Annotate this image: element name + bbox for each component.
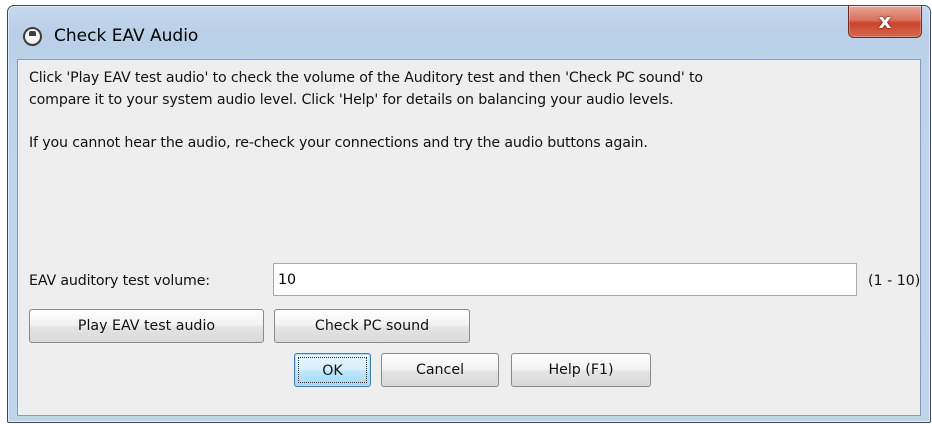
play-test-audio-button[interactable]: Play EAV test audio bbox=[29, 309, 264, 343]
help-button[interactable]: Help (F1) bbox=[511, 353, 651, 387]
check-pc-sound-button[interactable]: Check PC sound bbox=[274, 309, 470, 343]
close-button[interactable]: x bbox=[848, 6, 922, 38]
instruction-line-3: If you cannot hear the audio, re-check y… bbox=[29, 135, 648, 151]
volume-range-hint: (1 - 10) bbox=[868, 273, 921, 289]
title-bar[interactable]: Check EAV Audio x bbox=[8, 6, 930, 58]
cancel-button[interactable]: Cancel bbox=[381, 353, 499, 387]
ok-button-label: OK bbox=[298, 357, 367, 383]
ok-button[interactable]: OK bbox=[294, 353, 371, 387]
volume-input[interactable] bbox=[273, 263, 857, 296]
window-title: Check EAV Audio bbox=[54, 26, 199, 46]
instruction-line-1: Click 'Play EAV test audio' to check the… bbox=[29, 70, 703, 86]
app-window-icon bbox=[23, 27, 42, 46]
instruction-line-2: compare it to your system audio level. C… bbox=[29, 92, 674, 108]
close-icon: x bbox=[878, 9, 892, 33]
volume-label: EAV auditory test volume: bbox=[29, 273, 210, 289]
dialog-content: Click 'Play EAV test audio' to check the… bbox=[17, 59, 921, 416]
dialog-window: Check EAV Audio x Click 'Play EAV test a… bbox=[7, 5, 931, 423]
